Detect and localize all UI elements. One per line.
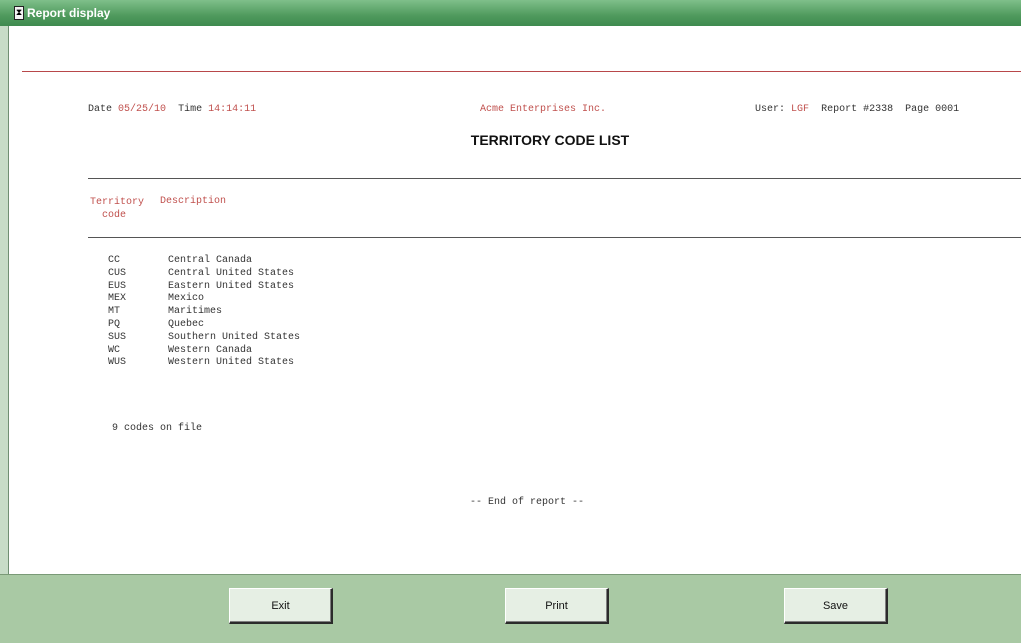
time-value: 14:14:11 [208, 104, 257, 115]
button-bar: Exit Print Save [0, 574, 1021, 643]
territory-code: CC [108, 255, 121, 266]
territory-description: Western United States [168, 357, 295, 369]
user-label: User: [755, 104, 786, 115]
table-row: WC Western Canada [108, 345, 468, 358]
territory-code: WC [108, 344, 121, 356]
column-header-description: Description [160, 196, 227, 207]
table-row: CC Central Canada [108, 255, 468, 268]
territory-description: Eastern United States [168, 280, 295, 292]
title-bar[interactable]: ⧗ Report display [0, 0, 1021, 26]
date-label: Date [88, 104, 113, 115]
table-row: WUS Western United States [108, 357, 468, 370]
territory-code: MEX [108, 293, 127, 305]
time-label: Time [178, 104, 203, 115]
territory-code: SUS [108, 331, 127, 343]
window-title: Report display [27, 6, 111, 20]
territory-code: PQ [108, 318, 121, 330]
territory-table: CC Central Canada CUS Central United State… [108, 255, 468, 370]
table-row: EUS Eastern United States [108, 281, 468, 294]
territory-description: Mexico [168, 293, 205, 305]
column-header-rule [88, 237, 1021, 238]
territory-code: CUS [108, 267, 127, 279]
territory-description: Central Canada [168, 255, 253, 266]
report-date-time: Date 05/25/10 Time 14:14:11 [88, 104, 256, 115]
territory-code: WUS [108, 357, 127, 369]
end-of-report: -- End of report -- [470, 497, 585, 508]
table-row: SUS Southern United States [108, 332, 468, 345]
report-number: Report #2338 [821, 104, 894, 115]
user-value: LGF [791, 104, 810, 115]
company-name: Acme Enterprises Inc. [480, 104, 607, 115]
report-title: TERRITORY CODE LIST [470, 132, 630, 148]
record-count: 9 codes on file [112, 423, 203, 434]
header-rule [88, 178, 1021, 179]
date-value: 05/25/10 [118, 104, 167, 115]
print-button[interactable]: Print [505, 588, 609, 624]
table-row: MT Maritimes [108, 306, 468, 319]
column-header-code-line2: code [102, 210, 127, 221]
territory-code: EUS [108, 280, 127, 292]
save-button[interactable]: Save [784, 588, 888, 624]
column-header-code-line1: Territory [90, 197, 145, 208]
territory-description: Quebec [168, 318, 205, 330]
exit-button[interactable]: Exit [229, 588, 333, 624]
report-user-page: User: LGF Report #2338 Page 0001 [755, 104, 959, 115]
territory-description: Western Canada [168, 344, 253, 356]
territory-description: Central United States [168, 267, 295, 279]
report-display-window: ⧗ Report display Date 05/25/10 Time 14:1… [0, 0, 1021, 643]
page-number: Page 0001 [905, 104, 960, 115]
top-divider [22, 71, 1021, 72]
table-row: CUS Central United States [108, 268, 468, 281]
territory-description: Maritimes [168, 306, 223, 318]
app-icon[interactable]: ⧗ [14, 6, 24, 20]
table-row: PQ Quebec [108, 319, 468, 332]
table-row: MEX Mexico [108, 293, 468, 306]
column-header-code: Territory code [90, 196, 144, 222]
territory-code: MT [108, 306, 121, 318]
report-area: Date 05/25/10 Time 14:14:11 Acme Enterpr… [10, 26, 1021, 574]
window-left-border [0, 26, 9, 574]
territory-description: Southern United States [168, 331, 301, 343]
